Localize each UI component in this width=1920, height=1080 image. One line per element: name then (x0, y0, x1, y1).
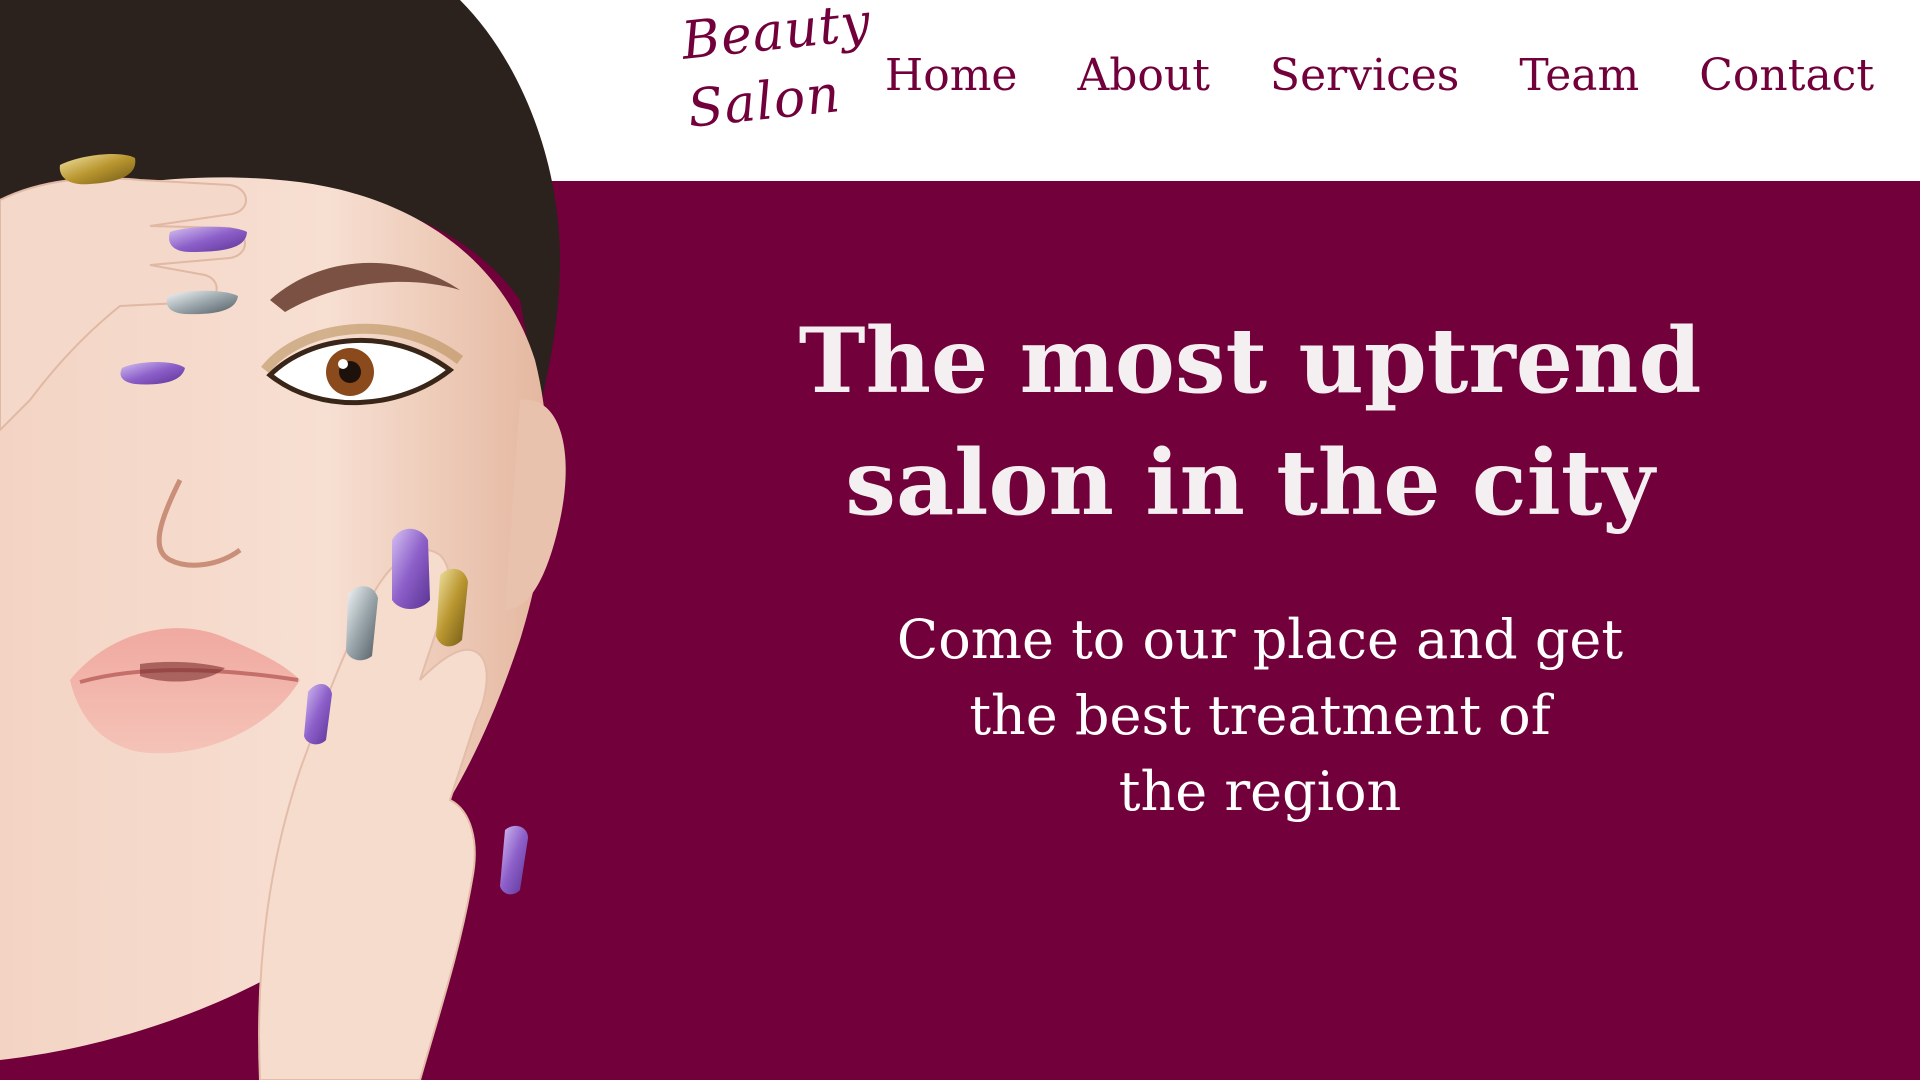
nav-about[interactable]: About (1077, 44, 1209, 108)
subtext-line-3: the region (1118, 760, 1402, 823)
hero-portrait-image (0, 0, 566, 1080)
brand-logo[interactable]: Beauty Salon (679, 0, 874, 168)
headline-line-2: salon in the city (845, 430, 1655, 536)
logo-line-2: Salon (684, 64, 844, 140)
landing-page: Beauty Salon Home About Services Team Co… (0, 0, 1920, 1080)
nav-home[interactable]: Home (885, 44, 1018, 108)
hero-headline: The most uptrend salon in the city (700, 300, 1800, 544)
nav-services[interactable]: Services (1270, 44, 1459, 108)
subtext-line-1: Come to our place and get (896, 608, 1624, 671)
subtext-line-2: the best treatment of (969, 684, 1551, 747)
main-nav: Home About Services Team Contact (885, 44, 1874, 108)
nav-contact[interactable]: Contact (1699, 44, 1874, 108)
headline-line-1: The most uptrend (798, 308, 1702, 414)
nav-team[interactable]: Team (1519, 44, 1639, 108)
hero-subtext: Come to our place and get the best treat… (760, 602, 1760, 830)
